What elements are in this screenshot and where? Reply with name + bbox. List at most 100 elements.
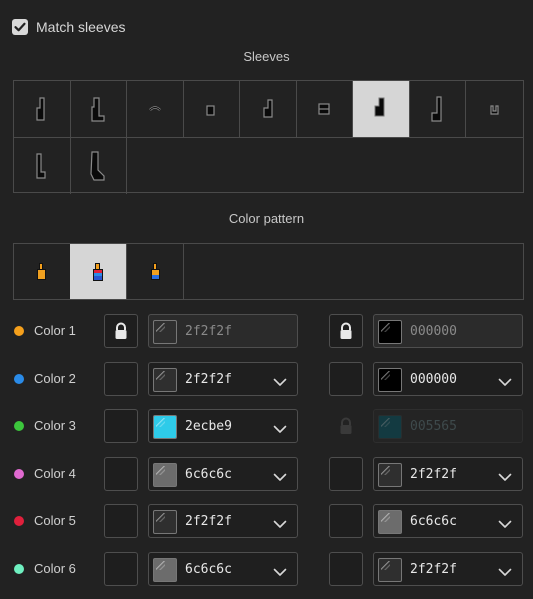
sleeve-option-8[interactable] [409, 81, 466, 138]
pattern-option-1[interactable] [14, 244, 71, 299]
chevron-down-icon[interactable] [273, 564, 287, 582]
sleeve-style-10-icon [36, 152, 46, 179]
color-hex-value: 005565 [410, 419, 457, 434]
sleeves-grid [13, 80, 524, 194]
color-hex-value: 2f2f2f [410, 562, 457, 577]
color-swatch [153, 415, 177, 439]
chevron-down-icon[interactable] [498, 516, 512, 534]
chevron-down-icon[interactable] [498, 374, 512, 392]
color-4-dot [14, 469, 24, 479]
color-swatch [153, 368, 177, 392]
sleeve-option-9[interactable] [466, 81, 523, 138]
match-sleeves-label[interactable]: Match sleeves [36, 19, 125, 36]
color-hex-value: 2f2f2f [185, 514, 232, 529]
sleeve-style-3-icon [149, 106, 161, 111]
color-2-left-color-field[interactable]: 2f2f2f [148, 362, 298, 396]
lock-icon [338, 417, 354, 435]
color-5-label: Color 5 [34, 513, 76, 528]
sleeve-option-10[interactable] [14, 137, 71, 194]
chevron-down-icon[interactable] [273, 421, 287, 439]
color-2-dot [14, 374, 24, 384]
color-hex-value: 6c6c6c [410, 514, 457, 529]
color-1-right-color-field: 000000 [373, 314, 523, 348]
pattern-multicolor-icon [93, 262, 103, 281]
color-1-left-lock-toggle[interactable] [104, 314, 138, 348]
sleeve-style-6-icon [318, 103, 330, 115]
color-1-left-color-field: 2f2f2f [148, 314, 298, 348]
match-sleeves-checkbox[interactable] [12, 19, 28, 35]
color-3-right-color-field: 005565 [373, 409, 523, 443]
sleeve-style-11-icon [90, 150, 105, 181]
color-4-left-lock-toggle[interactable] [104, 457, 138, 491]
color-2-label: Color 2 [34, 371, 76, 386]
color-4-right-color-field[interactable]: 2f2f2f [373, 457, 523, 491]
color-swatch [378, 463, 402, 487]
color-swatch [378, 558, 402, 582]
sleeve-style-8-icon [431, 96, 442, 122]
color-6-left-color-field[interactable]: 6c6c6c [148, 552, 298, 586]
color-swatch [378, 510, 402, 534]
color-6-left-lock-toggle[interactable] [104, 552, 138, 586]
color-1-right-lock-toggle[interactable] [329, 314, 363, 348]
lock-icon [113, 322, 129, 340]
lock-icon [338, 322, 354, 340]
sleeve-style-1-icon [36, 97, 45, 121]
color-pattern-title: Color pattern [228, 211, 305, 226]
color-swatch [153, 558, 177, 582]
color-5-right-color-field[interactable]: 6c6c6c [373, 504, 523, 538]
color-6-right-lock-toggle[interactable] [329, 552, 363, 586]
sleeve-option-11[interactable] [70, 137, 127, 194]
color-swatch [153, 320, 177, 344]
color-hex-value: 000000 [410, 372, 457, 387]
color-5-right-lock-toggle[interactable] [329, 504, 363, 538]
color-swatch [153, 510, 177, 534]
sleeve-option-2[interactable] [70, 81, 127, 138]
color-hex-value: 6c6c6c [185, 467, 232, 482]
color-4-label: Color 4 [34, 466, 76, 481]
sleeve-option-4[interactable] [183, 81, 240, 138]
color-hex-value: 2ecbe9 [185, 419, 232, 434]
color-hex-value: 2f2f2f [410, 467, 457, 482]
chevron-down-icon[interactable] [273, 374, 287, 392]
sleeve-style-5-icon [263, 99, 273, 118]
color-2-right-lock-toggle[interactable] [329, 362, 363, 396]
pattern-option-3[interactable] [127, 244, 184, 299]
color-3-label: Color 3 [34, 418, 76, 433]
sleeve-style-7-icon [374, 97, 385, 117]
color-pattern-grid [13, 243, 524, 300]
chevron-down-icon[interactable] [273, 469, 287, 487]
sleeve-option-1[interactable] [14, 81, 71, 138]
checkmark-icon [14, 22, 26, 32]
color-4-right-lock-toggle[interactable] [329, 457, 363, 491]
pattern-option-2[interactable] [70, 244, 127, 299]
color-5-left-color-field[interactable]: 2f2f2f [148, 504, 298, 538]
sleeves-title: Sleeves [243, 49, 290, 64]
color-6-right-color-field[interactable]: 2f2f2f [373, 552, 523, 586]
chevron-down-icon[interactable] [498, 564, 512, 582]
sleeve-option-6[interactable] [296, 81, 353, 138]
color-3-dot [14, 421, 24, 431]
pattern-blue-orange-icon [151, 262, 160, 280]
color-3-left-lock-toggle[interactable] [104, 409, 138, 443]
sleeve-option-5[interactable] [240, 81, 297, 138]
color-3-left-color-field[interactable]: 2ecbe9 [148, 409, 298, 443]
color-6-label: Color 6 [34, 561, 76, 576]
color-3-right-lock-toggle [329, 409, 363, 443]
color-1-dot [14, 326, 24, 336]
chevron-down-icon[interactable] [273, 516, 287, 534]
chevron-down-icon[interactable] [498, 469, 512, 487]
color-2-right-color-field[interactable]: 000000 [373, 362, 523, 396]
sleeve-option-7[interactable] [353, 81, 410, 138]
color-hex-value: 000000 [410, 324, 457, 339]
pattern-orange-icon [37, 262, 46, 280]
sleeve-option-3[interactable] [127, 81, 184, 138]
color-1-label: Color 1 [34, 323, 76, 338]
color-swatch [378, 320, 402, 344]
color-4-left-color-field[interactable]: 6c6c6c [148, 457, 298, 491]
sleeve-style-9-icon [489, 105, 499, 115]
color-swatch [378, 415, 402, 439]
color-5-left-lock-toggle[interactable] [104, 504, 138, 538]
color-2-left-lock-toggle[interactable] [104, 362, 138, 396]
color-hex-value: 2f2f2f [185, 324, 232, 339]
color-swatch [378, 368, 402, 392]
